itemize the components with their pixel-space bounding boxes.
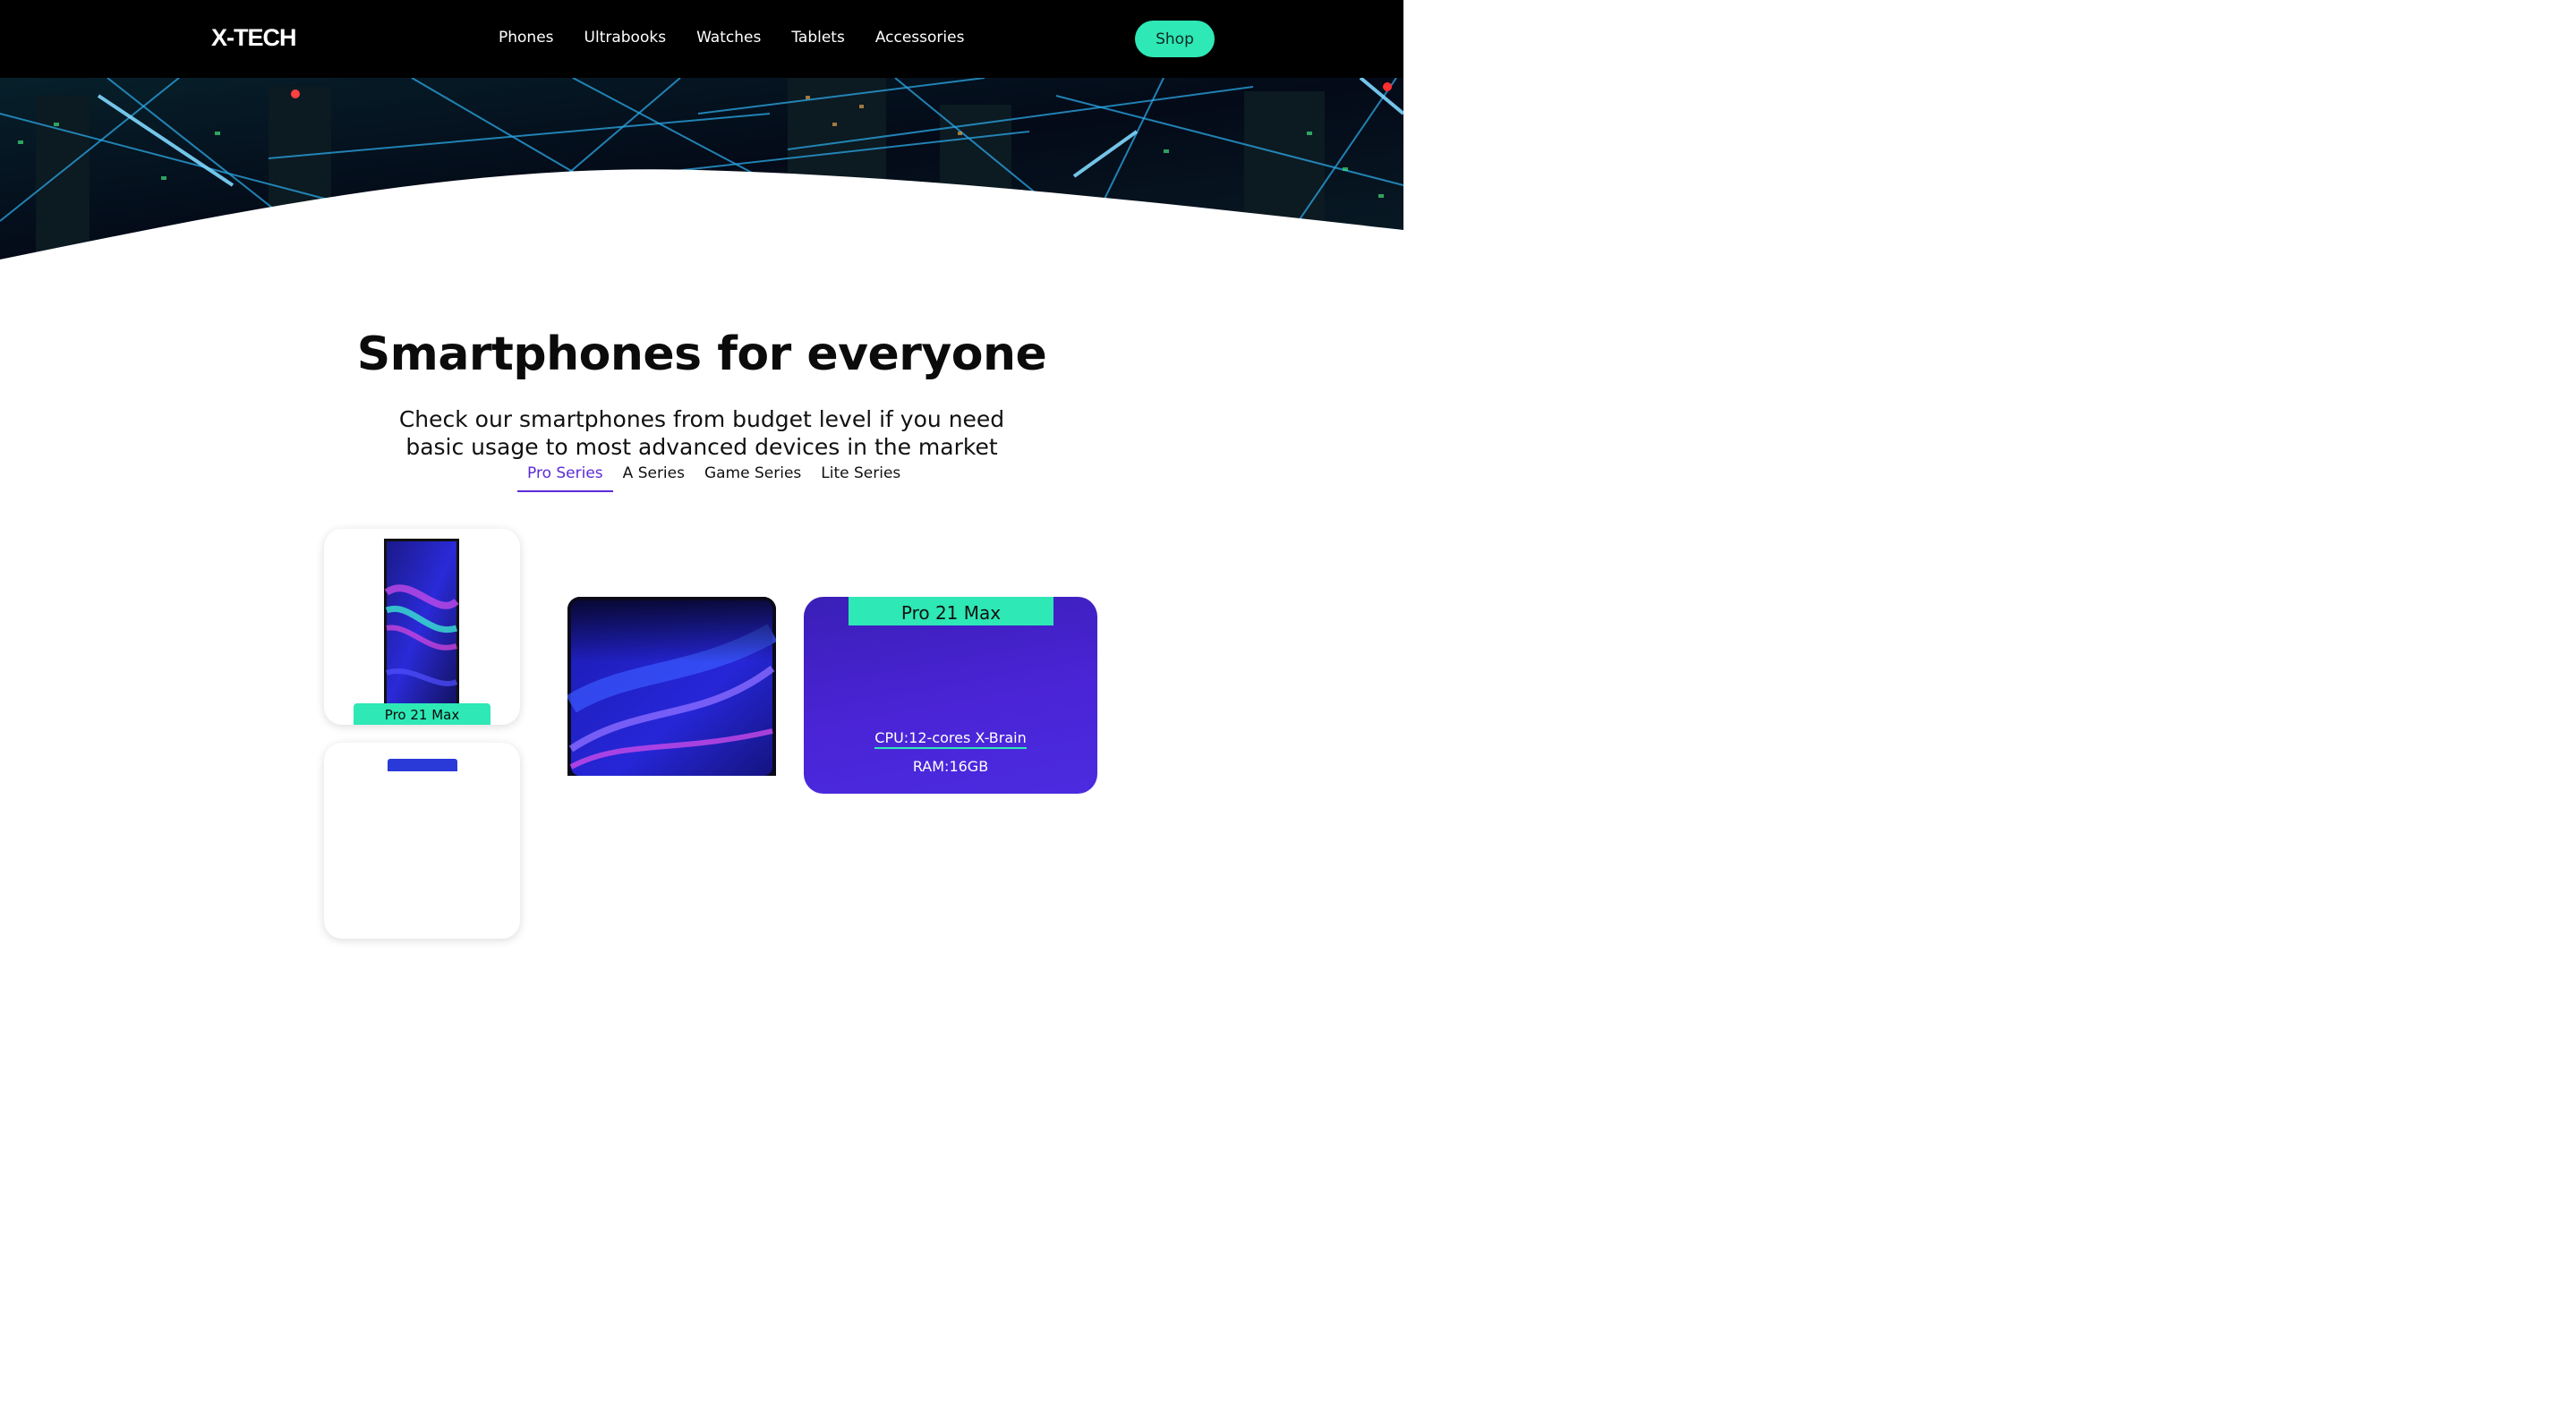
product-thumb-label: Pro 21 Max (354, 703, 490, 725)
shop-button[interactable]: Shop (1135, 21, 1215, 57)
spec-cpu-text[interactable]: CPU:12-cores X-Brain (874, 729, 1027, 749)
phone-screen-graphic (567, 597, 776, 776)
spec-cpu: CPU:12-cores X-Brain (804, 729, 1097, 749)
tab-a-series[interactable]: A Series (613, 464, 695, 492)
series-tabs: Pro Series A Series Game Series Lite Ser… (517, 464, 910, 492)
product-spec-card: Pro 21 Max CPU:12-cores X-Brain RAM:16GB (804, 597, 1097, 794)
brand-logo[interactable]: X-TECH (211, 24, 296, 52)
tab-pro-series[interactable]: Pro Series (517, 464, 613, 492)
phone-image (384, 539, 459, 709)
section-title: Smartphones for everyone (356, 327, 1047, 381)
section-subtitle: Check our smartphones from budget level … (398, 406, 1005, 460)
product-thumb-card[interactable] (324, 743, 520, 939)
main-nav: Phones Ultrabooks Watches Tablets Access… (483, 29, 979, 47)
nav-item-ultrabooks[interactable]: Ultrabooks (584, 29, 667, 47)
nav-item-accessories[interactable]: Accessories (875, 29, 965, 47)
nav-item-watches[interactable]: Watches (696, 29, 761, 47)
featured-phone-image (567, 597, 776, 776)
spec-card-title: Pro 21 Max (849, 597, 1053, 625)
top-navbar: X-TECH Phones Ultrabooks Watches Tablets… (0, 0, 1403, 78)
phone-image (388, 759, 457, 771)
spec-ram: RAM:16GB (912, 758, 989, 775)
product-thumb-card[interactable]: Pro 21 Max (324, 529, 520, 725)
tab-lite-series[interactable]: Lite Series (811, 464, 910, 492)
hero-banner-image (0, 76, 1405, 262)
nav-item-phones[interactable]: Phones (499, 29, 554, 47)
nav-item-tablets[interactable]: Tablets (791, 29, 844, 47)
tab-game-series[interactable]: Game Series (695, 464, 811, 492)
hero-network-graphic (0, 76, 1405, 262)
